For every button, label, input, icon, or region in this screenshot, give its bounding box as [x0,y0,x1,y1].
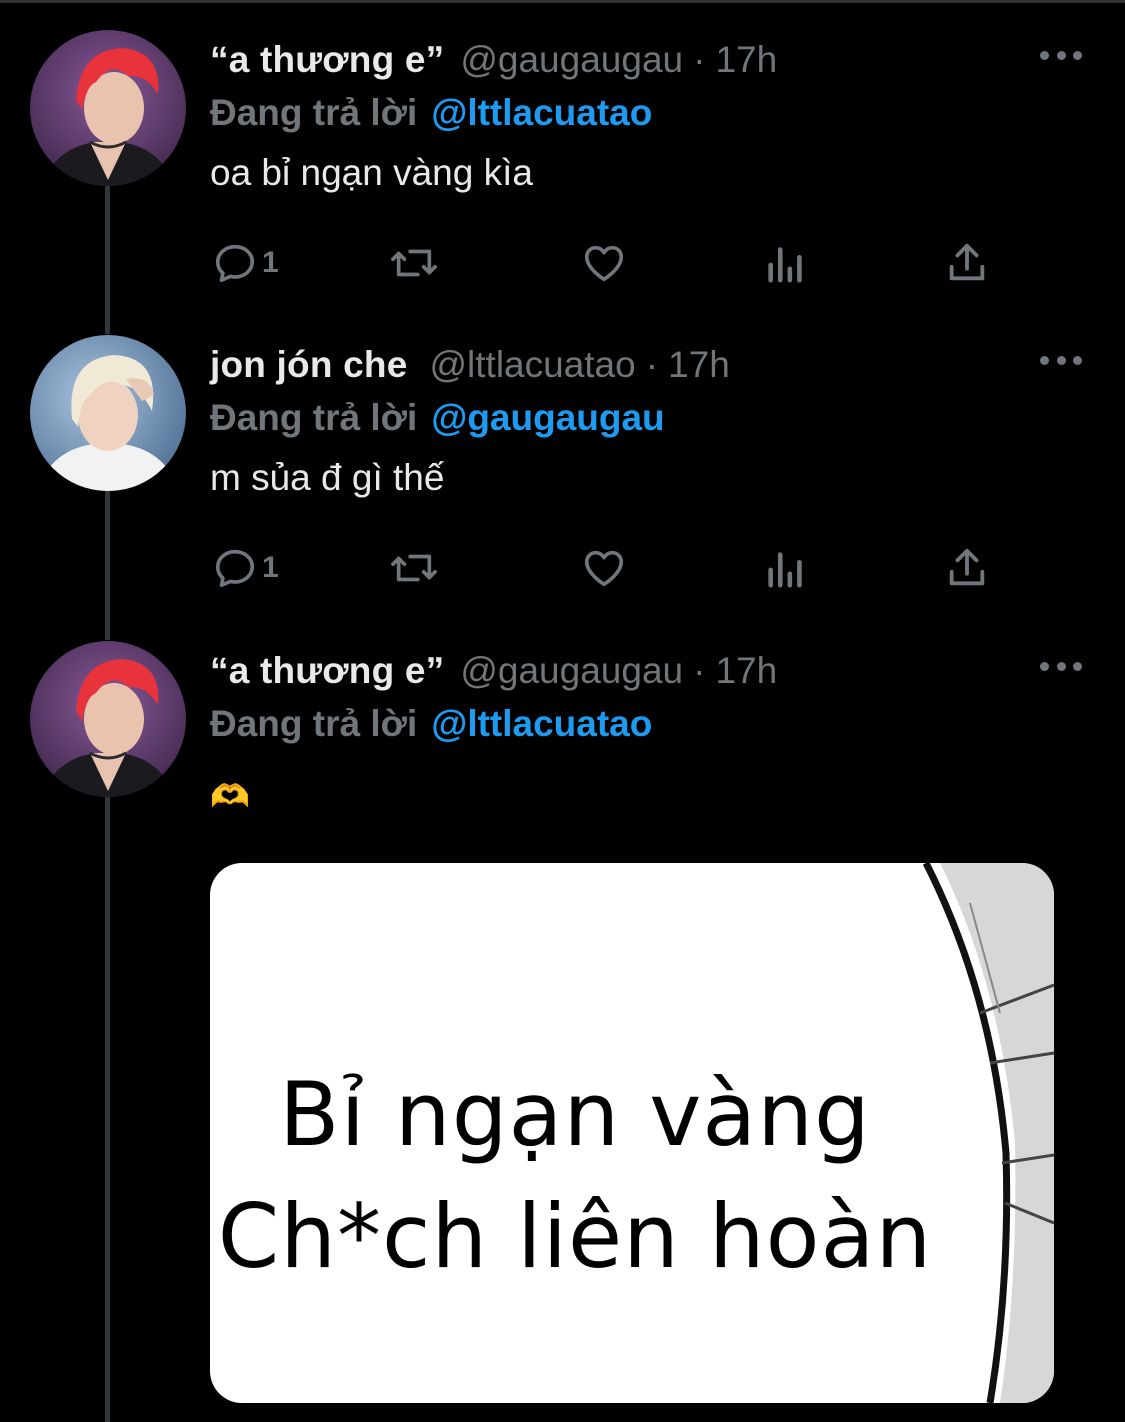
top-divider [0,0,1125,3]
like-icon [584,550,624,587]
replying-to: Đang trả lời @lttlacuatao [210,88,652,138]
display-name[interactable]: “a thương e” [210,39,444,81]
views-icon [768,247,802,283]
tweet-text: 🫶 [210,778,250,814]
share-button[interactable] [944,545,990,591]
tweet-actions: 1 [212,240,1002,292]
like-button[interactable] [580,240,628,286]
tweet-actions: 1 [212,545,1002,597]
timestamp[interactable]: 17h [668,344,730,386]
media-caption-line2: Ch*ch liên hoàn [217,1185,933,1288]
avatar[interactable] [30,30,186,186]
tweet-text: m sủa đ gì thế [210,457,445,498]
avatar[interactable] [30,335,186,491]
blonde-hair-avatar-icon [30,335,186,491]
timestamp[interactable]: 17h [715,650,777,692]
display-name[interactable]: jon jón che [210,344,407,386]
reply-count: 1 [262,551,279,584]
reply-label: Đang trả lời [210,397,418,438]
share-button[interactable] [944,240,990,286]
views-button[interactable] [764,240,808,286]
views-icon [768,552,802,588]
retweet-button[interactable] [388,240,440,286]
share-icon [949,243,985,281]
reply-count: 1 [262,246,279,279]
reply-icon [215,244,255,283]
retweet-button[interactable] [388,545,440,591]
reply-handle-link[interactable]: @gaugaugau [431,397,664,439]
separator: · [693,650,706,691]
more-icon[interactable] [1040,659,1082,673]
timestamp[interactable]: 17h [715,39,777,81]
reply-handle-link[interactable]: @lttlacuatao [431,92,652,134]
avatar[interactable] [30,641,186,797]
tweet[interactable]: jon jón che @lttlacuatao · 17h Đang trả … [0,335,1125,605]
user-handle[interactable]: @gaugaugau [460,39,683,81]
more-icon[interactable] [1040,353,1082,367]
tweet-media-image[interactable]: Bỉ ngạn vàng Ch*ch liên hoàn [210,863,1054,1403]
share-icon [949,548,985,586]
tweet-text: oa bỉ ngạn vàng kìa [210,152,533,193]
red-hair-avatar-icon [30,30,186,186]
separator: · [645,344,659,385]
views-button[interactable] [764,545,808,591]
reply-button[interactable]: 1 [212,545,279,591]
user-handle[interactable]: @lttlacuatao [429,344,635,386]
retweet-icon [391,249,437,277]
retweet-icon [391,554,437,582]
reply-label: Đang trả lời [210,92,418,133]
reply-handle-link[interactable]: @lttlacuatao [431,703,652,745]
reply-label: Đang trả lời [210,703,418,744]
tweet[interactable]: “a thương e” @gaugaugau · 17h Đang trả l… [0,30,1125,300]
separator: · [693,39,706,80]
media-caption-line1: Bỉ ngạn vàng [279,1063,871,1166]
reply-button[interactable]: 1 [212,240,279,286]
reply-icon [215,549,255,588]
display-name[interactable]: “a thương e” [210,650,444,692]
more-icon[interactable] [1040,48,1082,62]
like-button[interactable] [580,545,628,591]
user-handle[interactable]: @gaugaugau [460,650,683,692]
like-icon [584,245,624,282]
red-hair-avatar-icon [30,641,186,797]
replying-to: Đang trả lời @gaugaugau [210,393,665,443]
replying-to: Đang trả lời @lttlacuatao [210,699,652,749]
